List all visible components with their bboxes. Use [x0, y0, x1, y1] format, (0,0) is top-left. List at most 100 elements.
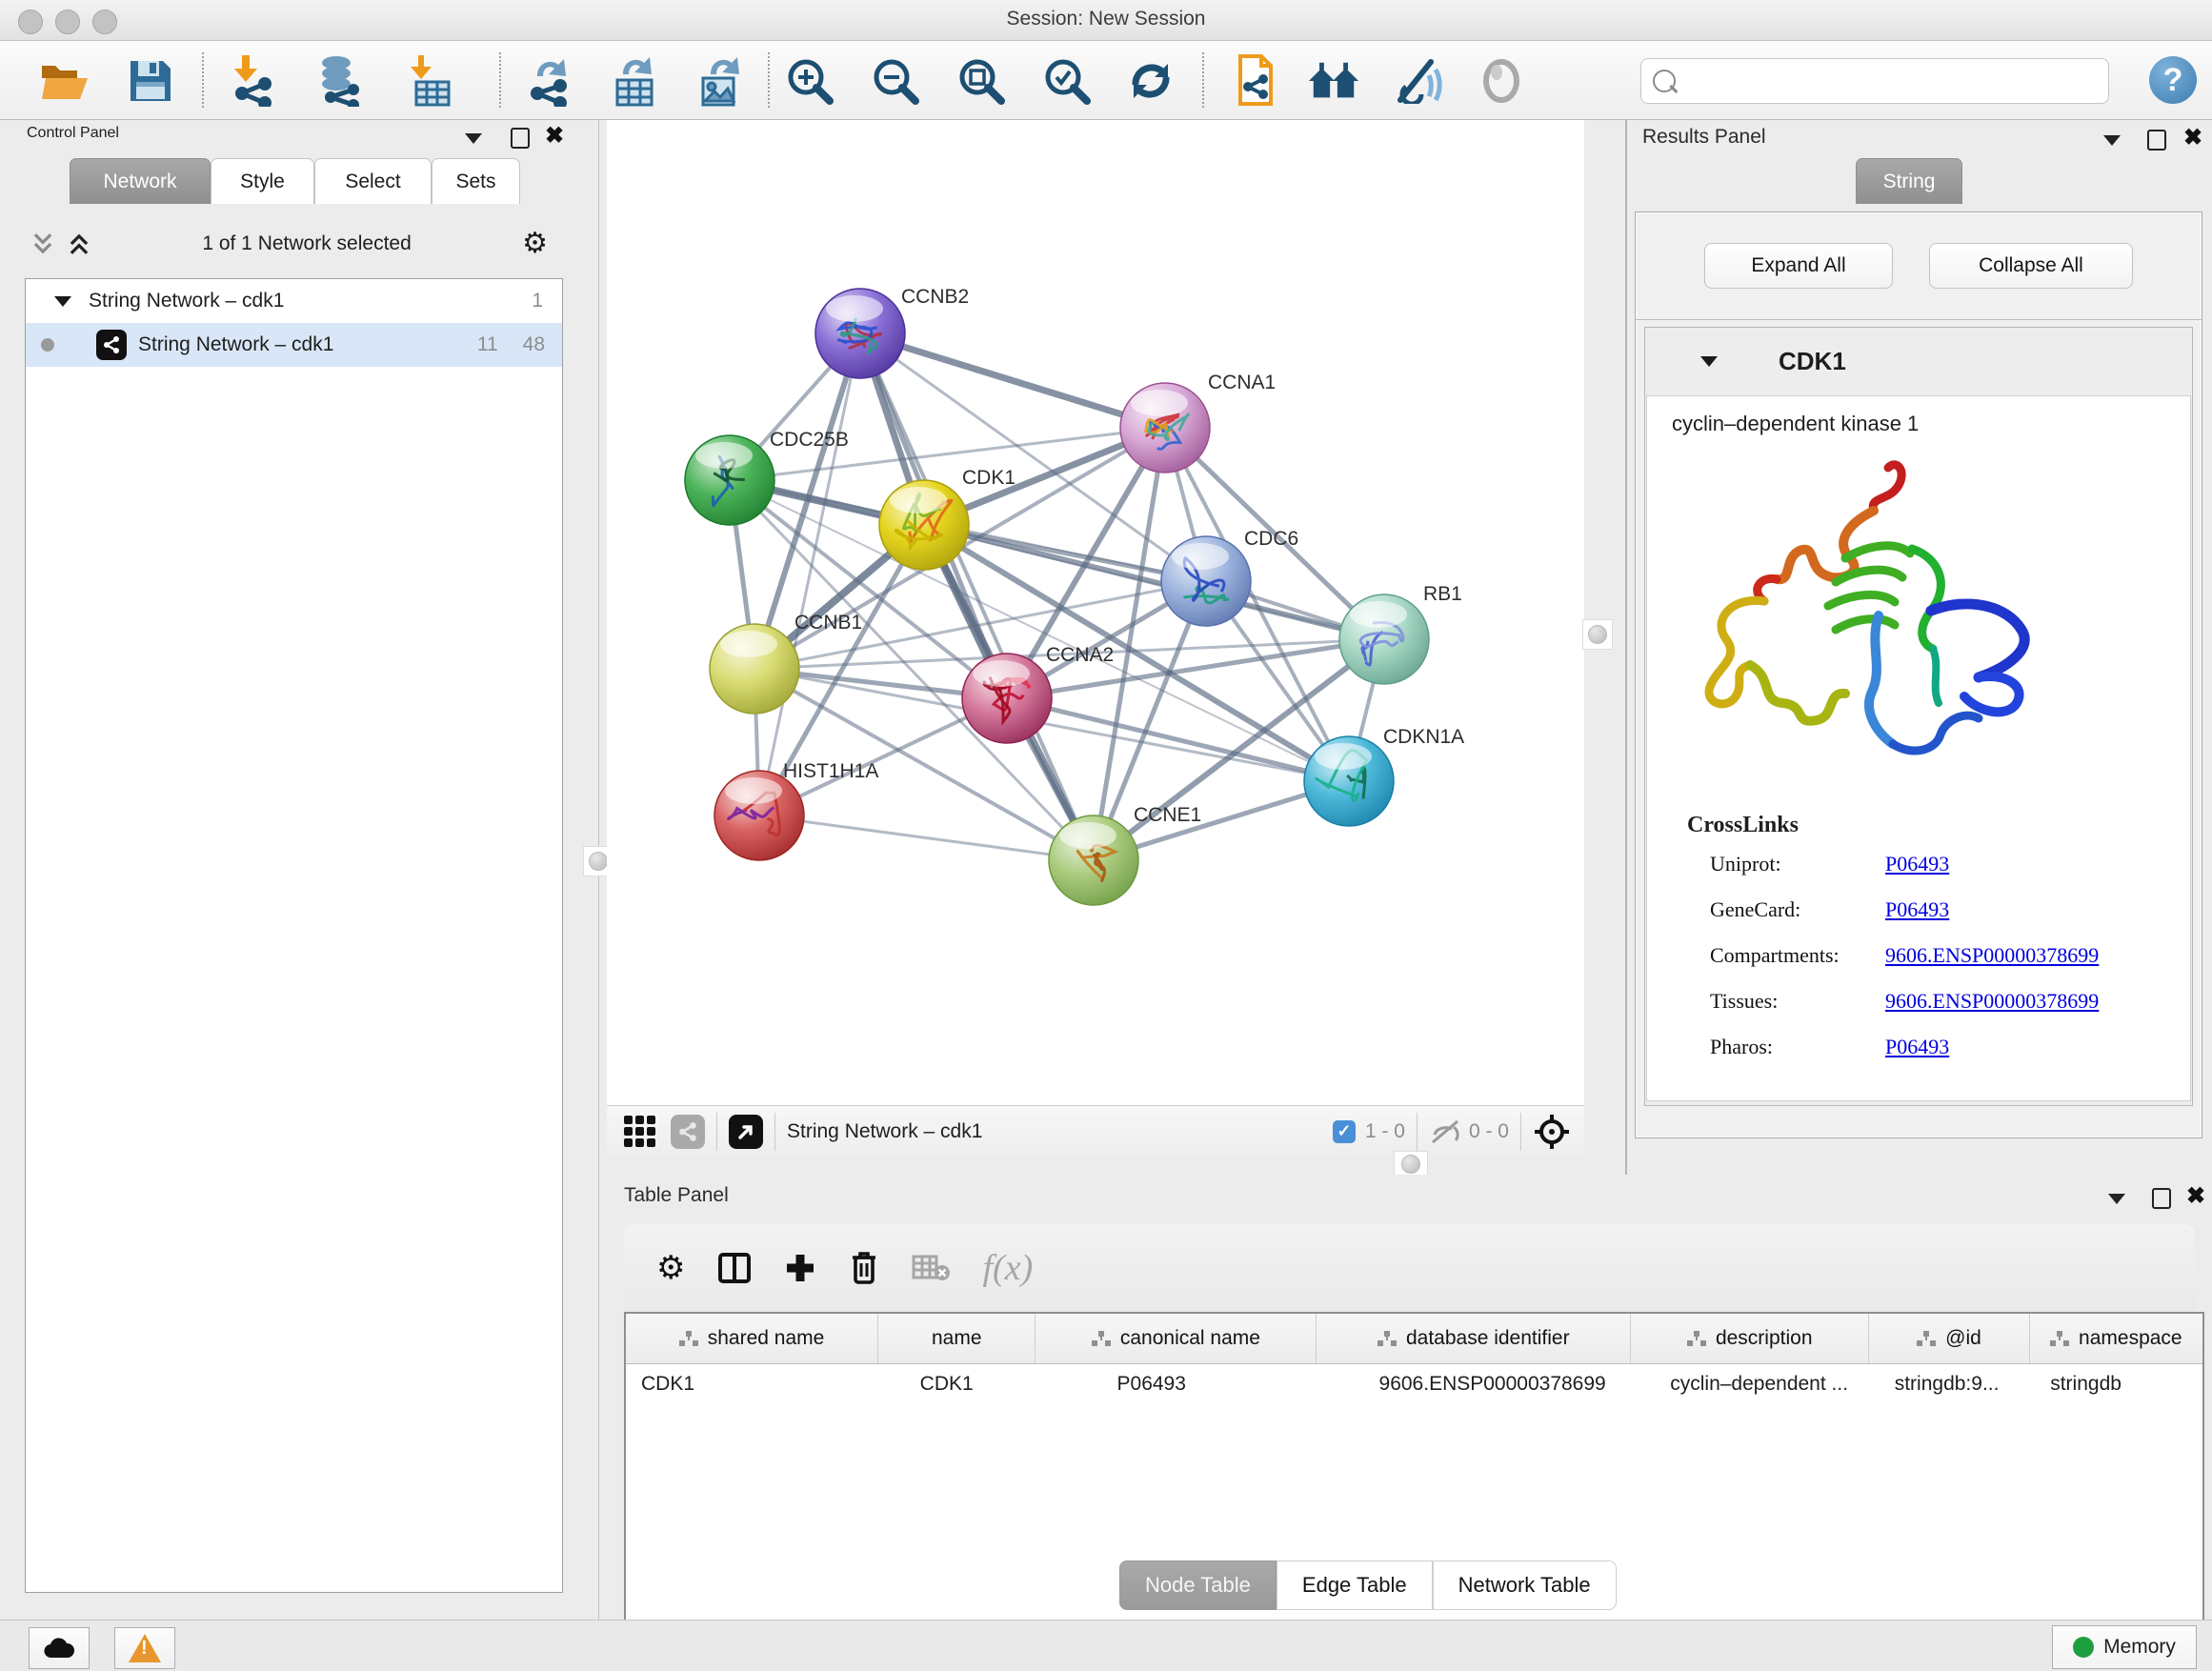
table-settings-gear-icon[interactable]: ⚙: [656, 1249, 685, 1287]
column-header-canonical-name[interactable]: canonical name: [1036, 1314, 1317, 1363]
birds-eye-grid-icon[interactable]: [624, 1116, 655, 1147]
expand-all-tree-icon[interactable]: [30, 232, 55, 256]
network-node-ccnb2[interactable]: [815, 289, 905, 378]
network-node-ccna2[interactable]: [962, 654, 1052, 743]
network-node-cdk1[interactable]: [879, 480, 969, 570]
crosslink-genecard-link[interactable]: P06493: [1885, 897, 1949, 922]
cell-name[interactable]: CDK1: [863, 1364, 1058, 1404]
tab-network[interactable]: Network: [70, 158, 211, 204]
table-row[interactable]: CDK1 CDK1 P06493 9606.ENSP00000378699 cy…: [626, 1364, 2202, 1404]
vertical-splitter-handle-right[interactable]: [1582, 619, 1613, 650]
cell-database-identifier[interactable]: 9606.ENSP00000378699: [1364, 1364, 1656, 1404]
crosslink-uniprot-link[interactable]: P06493: [1885, 852, 1949, 876]
network-node-cdc6[interactable]: [1161, 536, 1251, 626]
crosslink-tissues-link[interactable]: 9606.ENSP00000378699: [1885, 989, 2099, 1014]
horizontal-splitter[interactable]: [607, 1156, 1584, 1175]
network-canvas[interactable]: CCNB2CCNA1CDC25BCDK1CDC6RB1CCNB1CCNA2CDK…: [607, 120, 1584, 1105]
network-list-gear-icon[interactable]: ⚙: [522, 230, 548, 258]
cell-shared-name[interactable]: CDK1: [626, 1364, 863, 1404]
search-input[interactable]: [1676, 70, 2108, 92]
tab-string[interactable]: String: [1856, 158, 1962, 204]
network-edge[interactable]: [759, 333, 860, 815]
network-edge[interactable]: [860, 333, 1165, 428]
collapse-panel-icon[interactable]: [2108, 1194, 2125, 1204]
hide-glasses-icon[interactable]: [1393, 54, 1446, 108]
expand-all-button[interactable]: Expand All: [1704, 243, 1893, 289]
network-row-selected[interactable]: String Network – cdk1 11 48: [26, 323, 562, 367]
import-network-database-icon[interactable]: [314, 54, 368, 108]
tab-edge-table[interactable]: Edge Table: [1277, 1560, 1433, 1610]
network-node-hist1h1a[interactable]: [714, 771, 804, 860]
crosslink-compartments-link[interactable]: 9606.ENSP00000378699: [1885, 943, 2099, 968]
fit-selected-crosshair-icon[interactable]: [1533, 1113, 1571, 1151]
column-header-database-identifier[interactable]: database identifier: [1317, 1314, 1631, 1363]
zoom-in-icon[interactable]: [783, 54, 836, 108]
tab-select[interactable]: Select: [314, 158, 432, 204]
zoom-fit-icon[interactable]: [955, 54, 1008, 108]
share-document-icon[interactable]: [1227, 54, 1280, 108]
function-builder-icon[interactable]: f(x): [982, 1247, 1033, 1289]
network-edge[interactable]: [759, 815, 1094, 860]
network-node-ccne1[interactable]: [1049, 815, 1138, 905]
network-node-rb1[interactable]: [1339, 594, 1429, 684]
delete-column-icon[interactable]: [849, 1250, 879, 1286]
tab-node-table[interactable]: Node Table: [1119, 1560, 1277, 1610]
preview-eye-icon[interactable]: [1475, 54, 1528, 108]
tab-sets[interactable]: Sets: [432, 158, 520, 204]
collapse-panel-icon[interactable]: [2103, 135, 2121, 146]
network-share-icon[interactable]: [671, 1115, 705, 1149]
close-panel-icon[interactable]: ✖: [2186, 1188, 2205, 1205]
warnings-button[interactable]: [114, 1627, 175, 1669]
memory-button[interactable]: Memory: [2052, 1625, 2197, 1669]
import-network-file-icon[interactable]: [227, 54, 280, 108]
node-section-header[interactable]: CDK1: [1645, 328, 2192, 394]
cell-namespace[interactable]: stringdb: [2035, 1364, 2202, 1404]
export-image-icon[interactable]: [694, 54, 747, 108]
save-session-icon[interactable]: [124, 54, 177, 108]
tab-network-table[interactable]: Network Table: [1433, 1560, 1617, 1610]
hidden-eye-icon[interactable]: [1429, 1119, 1461, 1144]
zoom-out-icon[interactable]: [869, 54, 922, 108]
collapse-panel-icon[interactable]: [465, 133, 482, 144]
cell-description[interactable]: cyclin–dependent ...: [1655, 1364, 1879, 1404]
open-session-icon[interactable]: [38, 54, 91, 108]
column-header-shared-name[interactable]: shared name: [626, 1314, 878, 1363]
collection-expand-icon[interactable]: [54, 296, 71, 307]
open-in-new-window-icon[interactable]: [729, 1115, 763, 1149]
delete-table-icon[interactable]: [912, 1254, 950, 1282]
column-header-namespace[interactable]: namespace: [2030, 1314, 2202, 1363]
home-icon[interactable]: [1307, 54, 1360, 108]
column-header-name[interactable]: name: [878, 1314, 1036, 1363]
zoom-selected-icon[interactable]: [1040, 54, 1094, 108]
cloud-button[interactable]: [29, 1627, 90, 1669]
float-panel-icon[interactable]: [2147, 130, 2166, 151]
collapse-all-button[interactable]: Collapse All: [1929, 243, 2133, 289]
export-table-icon[interactable]: [608, 54, 661, 108]
network-node-cdc25b[interactable]: [685, 435, 774, 525]
show-columns-icon[interactable]: [717, 1251, 752, 1285]
tab-style[interactable]: Style: [211, 158, 314, 204]
selected-checkbox-icon[interactable]: ✓: [1333, 1120, 1356, 1143]
close-panel-icon[interactable]: ✖: [545, 128, 564, 145]
export-network-icon[interactable]: [522, 54, 575, 108]
cell-canonical-name[interactable]: P06493: [1058, 1364, 1364, 1404]
network-node-cdkn1a[interactable]: [1304, 736, 1394, 826]
network-node-ccnb1[interactable]: [710, 624, 799, 714]
collapse-all-tree-icon[interactable]: [67, 232, 91, 256]
float-panel-icon[interactable]: [2152, 1188, 2171, 1209]
close-panel-icon[interactable]: ✖: [2183, 130, 2202, 147]
help-icon[interactable]: ?: [2149, 56, 2197, 104]
float-panel-icon[interactable]: [511, 128, 530, 149]
network-node-ccna1[interactable]: [1120, 383, 1210, 473]
column-header-at-id[interactable]: @id: [1869, 1314, 2029, 1363]
network-collection-row[interactable]: String Network – cdk1 1: [26, 279, 562, 323]
cell-at-id[interactable]: stringdb:9...: [1880, 1364, 2036, 1404]
section-collapse-icon[interactable]: [1700, 356, 1718, 367]
refresh-view-icon[interactable]: [1124, 54, 1177, 108]
network-edge[interactable]: [860, 333, 1094, 860]
column-header-description[interactable]: description: [1631, 1314, 1869, 1363]
create-column-icon[interactable]: [784, 1252, 816, 1284]
import-table-file-icon[interactable]: [404, 54, 457, 108]
crosslink-pharos-link[interactable]: P06493: [1885, 1035, 1949, 1059]
horizontal-splitter-handle[interactable]: [1394, 1151, 1428, 1178]
